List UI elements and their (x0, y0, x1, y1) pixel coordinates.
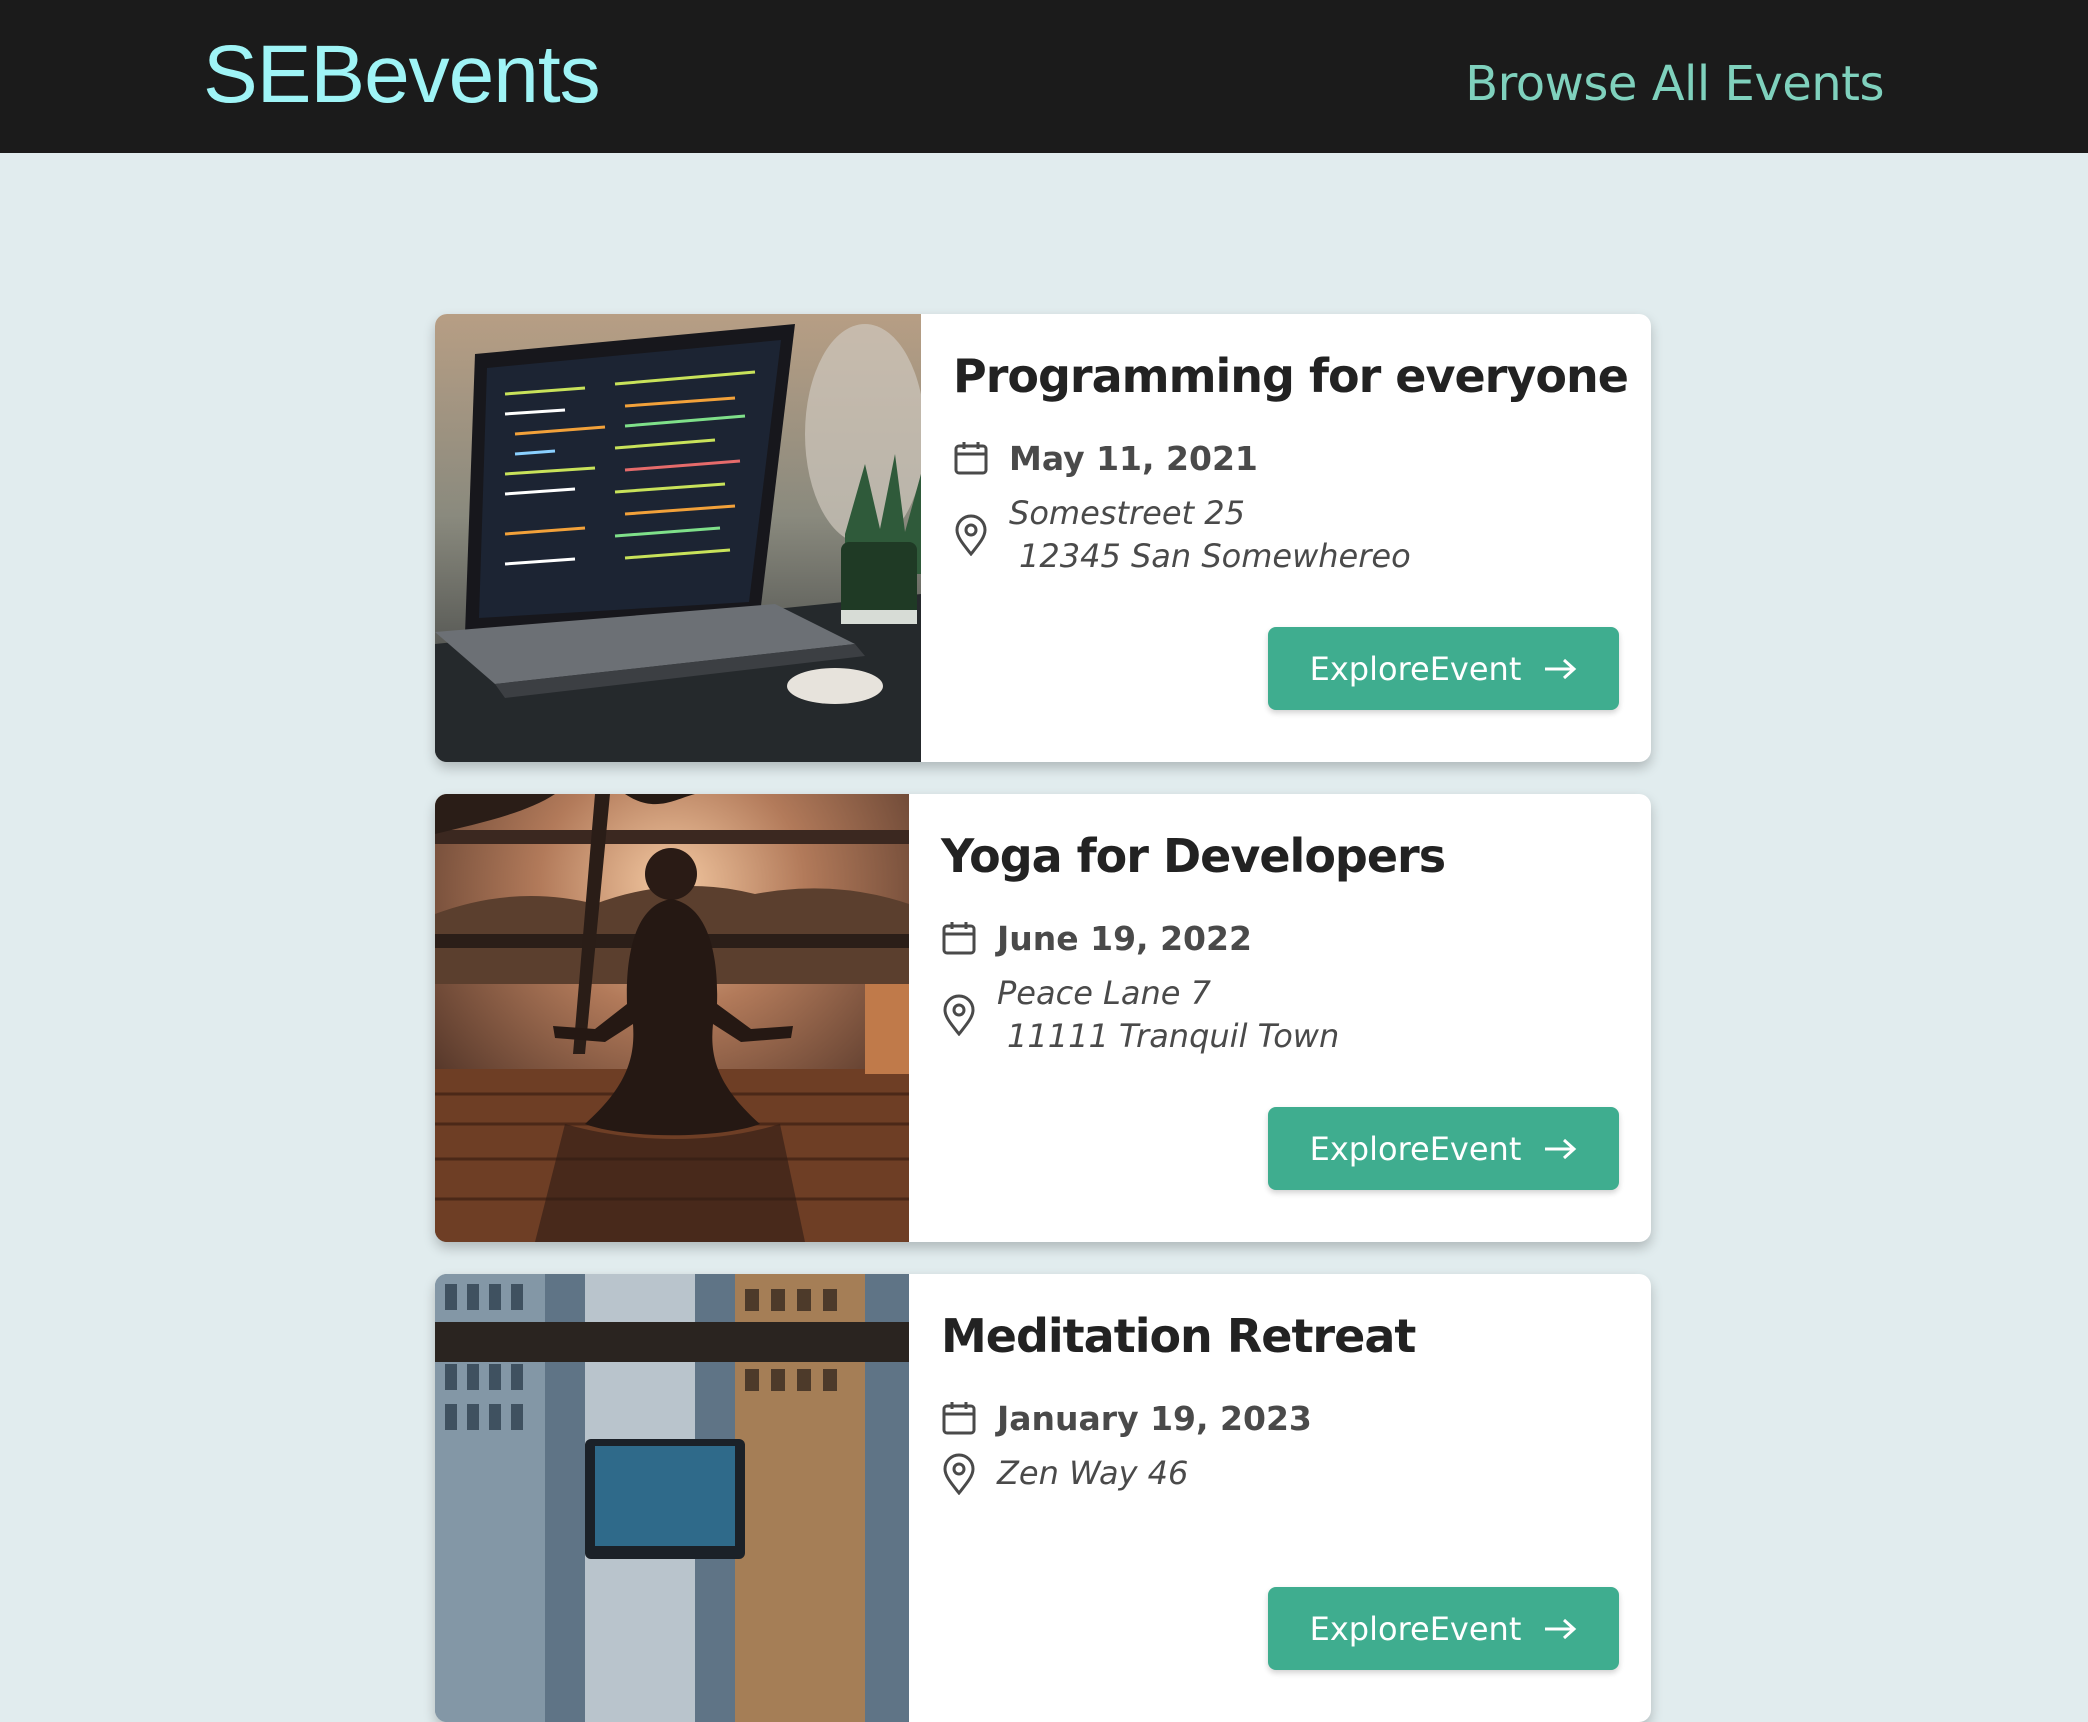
event-details: Yoga for Developers June 19, 2022 Peace … (909, 794, 1651, 1242)
explore-event-button[interactable]: ExploreEvent (1268, 1107, 1619, 1190)
map-pin-icon (943, 994, 975, 1036)
calendar-icon (942, 1402, 976, 1435)
site-logo[interactable]: SEBevents (203, 28, 601, 122)
map-pin-icon (943, 1453, 975, 1495)
event-title: Meditation Retreat (941, 1309, 1416, 1363)
event-title: Programming for everyone (953, 349, 1629, 403)
event-card: Yoga for Developers June 19, 2022 Peace … (435, 794, 1651, 1242)
event-date: January 19, 2023 (941, 1394, 1312, 1442)
calendar-icon (954, 442, 988, 475)
calendar-icon (942, 922, 976, 955)
explore-event-label: ExploreEvent (1309, 1129, 1522, 1168)
event-location: Peace Lane 7 11111 Tranquil Town (941, 972, 1339, 1058)
event-location: Somestreet 25 12345 San Somewhereo (953, 492, 1411, 578)
event-address-line2: 12345 San Somewhereo (1019, 537, 1411, 575)
event-title: Yoga for Developers (941, 829, 1446, 883)
arrow-right-icon (1545, 658, 1577, 679)
event-details: Meditation Retreat January 19, 2023 Zen … (909, 1274, 1651, 1722)
event-location: Zen Way 46 (941, 1452, 1188, 1495)
event-card: Meditation Retreat January 19, 2023 Zen … (435, 1274, 1651, 1722)
browse-all-events-link[interactable]: Browse All Events (1465, 52, 1884, 116)
event-date-text: May 11, 2021 (1009, 438, 1258, 478)
event-image (435, 314, 921, 762)
event-date: May 11, 2021 (953, 434, 1258, 482)
explore-event-button[interactable]: ExploreEvent (1268, 627, 1619, 710)
event-address-line1: Somestreet 25 (1009, 494, 1245, 532)
map-pin-icon (955, 514, 987, 556)
explore-event-label: ExploreEvent (1309, 1609, 1522, 1648)
site-header: SEBevents Browse All Events (0, 0, 2088, 153)
event-details: Programming for everyone May 11, 2021 So… (921, 314, 1651, 762)
explore-event-label: ExploreEvent (1309, 649, 1522, 688)
event-address-line1: Peace Lane 7 (997, 974, 1211, 1012)
event-card: Programming for everyone May 11, 2021 So… (435, 314, 1651, 762)
event-address-line2: 11111 Tranquil Town (1007, 1017, 1340, 1055)
arrow-right-icon (1545, 1138, 1577, 1159)
event-image (435, 1274, 909, 1722)
event-address-line1: Zen Way 46 (997, 1454, 1189, 1492)
arrow-right-icon (1545, 1618, 1577, 1639)
event-date: June 19, 2022 (941, 914, 1252, 962)
event-date-text: January 19, 2023 (997, 1398, 1312, 1438)
explore-event-button[interactable]: ExploreEvent (1268, 1587, 1619, 1670)
event-date-text: June 19, 2022 (997, 918, 1252, 958)
event-image (435, 794, 909, 1242)
